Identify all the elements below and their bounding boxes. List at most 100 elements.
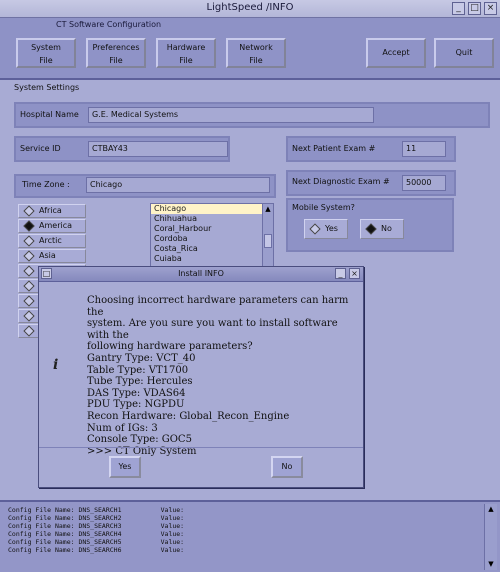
message-line: DAS Type: VDAS64 — [87, 387, 186, 399]
region-america-button[interactable]: America — [18, 219, 86, 233]
close-icon[interactable]: × — [349, 268, 360, 279]
quit-button[interactable]: Quit — [434, 38, 494, 68]
network-file-button[interactable]: Network File — [226, 38, 286, 68]
scroll-down-icon[interactable]: ▼ — [486, 560, 496, 568]
button-sublabel: File — [249, 56, 263, 65]
dialog-message: Choosing incorrect hardware parameters c… — [87, 295, 361, 457]
log-lines: Config File Name: DNS_SEARCH1 Value: Con… — [8, 506, 184, 554]
next-patient-input[interactable]: 11 — [402, 141, 446, 157]
service-id-input[interactable]: CTBAY43 — [88, 141, 228, 157]
city-list[interactable]: Chicago Chihuahua Coral_Harbour Cordoba … — [150, 203, 274, 267]
list-item[interactable]: Cordoba — [151, 234, 273, 244]
dialog-titlebar[interactable]: Install INFO □ _ × — [39, 267, 363, 282]
button-label: Preferences — [92, 43, 140, 52]
button-label: Accept — [382, 48, 410, 57]
button-label: Hardware — [166, 43, 206, 52]
radio-diamond-icon — [309, 222, 321, 235]
log-line: Config File Name: DNS_SEARCH4 Value: — [8, 530, 185, 538]
log-line: Config File Name: DNS_SEARCH2 Value: — [8, 514, 185, 522]
timezone-label: Time Zone : — [22, 180, 70, 189]
region-label: Arctic — [39, 236, 62, 245]
button-label: Network — [239, 43, 273, 52]
button-label: System — [31, 43, 61, 52]
message-line: Tube Type: Hercules — [87, 376, 193, 388]
install-info-dialog: Install INFO □ _ × i Choosing incorrect … — [38, 266, 364, 488]
hospital-label: Hospital Name — [20, 110, 79, 119]
hardware-file-button[interactable]: Hardware File — [156, 38, 216, 68]
app-subtitle: CT Software Configuration — [56, 20, 162, 29]
hospital-name-input[interactable]: G.E. Medical Systems — [88, 107, 374, 123]
radio-diamond-icon — [23, 324, 35, 337]
radio-diamond-icon — [365, 222, 377, 235]
log-scrollbar[interactable]: ▲ ▼ — [484, 504, 497, 570]
radio-label: No — [381, 224, 392, 233]
radio-diamond-icon — [23, 264, 35, 277]
next-diagnostic-label: Next Diagnostic Exam # — [292, 177, 390, 186]
mobile-no-radio[interactable]: No — [360, 219, 404, 239]
radio-diamond-icon — [23, 219, 35, 232]
message-line: Table Type: VT1700 — [87, 364, 189, 376]
service-id-label: Service ID — [20, 144, 61, 153]
system-file-button[interactable]: System File — [16, 38, 76, 68]
message-line: Recon Hardware: Global_Recon_Engine — [87, 410, 290, 422]
radio-diamond-icon — [23, 234, 35, 247]
message-line: Gantry Type: VCT_40 — [87, 352, 196, 364]
maximize-icon[interactable]: □ — [468, 2, 481, 15]
close-icon[interactable]: × — [484, 2, 497, 15]
no-button[interactable]: No — [271, 456, 303, 478]
message-line: PDU Type: NGPDU — [87, 399, 185, 411]
mobile-yes-radio[interactable]: Yes — [304, 219, 348, 239]
mobile-system-label: Mobile System? — [292, 203, 355, 212]
log-output: Config File Name: DNS_SEARCH1 Value: Con… — [0, 500, 500, 572]
radio-diamond-icon — [23, 279, 35, 292]
radio-label: Yes — [325, 224, 338, 233]
message-line: following hardware parameters? — [87, 341, 253, 353]
preferences-file-button[interactable]: Preferences File — [86, 38, 146, 68]
region-label: Africa — [39, 206, 62, 215]
button-sublabel: File — [109, 56, 123, 65]
radio-diamond-icon — [23, 294, 35, 307]
list-item[interactable]: Cuiaba — [151, 254, 273, 264]
accept-button[interactable]: Accept — [366, 38, 426, 68]
scrollbar-thumb[interactable] — [264, 234, 272, 248]
minimize-icon[interactable]: _ — [452, 2, 465, 15]
divider — [39, 447, 363, 448]
log-line: Config File Name: DNS_SEARCH6 Value: — [8, 546, 185, 554]
yes-button[interactable]: Yes — [109, 456, 141, 478]
scroll-up-icon[interactable]: ▲ — [486, 505, 496, 513]
message-line: Num of IGs: 3 — [87, 422, 158, 434]
dialog-title: Install INFO — [178, 269, 224, 278]
region-asia-button[interactable]: Asia — [18, 249, 86, 263]
button-sublabel: File — [39, 56, 53, 65]
log-line: Config File Name: DNS_SEARCH5 Value: — [8, 538, 185, 546]
list-item[interactable]: Coral_Harbour — [151, 224, 273, 234]
region-arctic-button[interactable]: Arctic — [18, 234, 86, 248]
radio-diamond-icon — [23, 249, 35, 262]
message-line: system. Are you sure you want to install… — [87, 318, 338, 341]
radio-diamond-icon — [23, 309, 35, 322]
info-icon: i — [53, 357, 59, 373]
minimize-icon[interactable]: _ — [335, 268, 346, 279]
list-item[interactable]: Chicago — [151, 204, 273, 214]
button-sublabel: File — [179, 56, 193, 65]
scroll-up-icon[interactable]: ▲ — [264, 205, 272, 213]
log-line: Config File Name: DNS_SEARCH3 Value: — [8, 522, 185, 530]
message-line: Choosing incorrect hardware parameters c… — [87, 295, 349, 318]
next-patient-label: Next Patient Exam # — [292, 144, 376, 153]
next-diagnostic-input[interactable]: 50000 — [402, 175, 446, 191]
window-title: LightSpeed /INFO — [206, 2, 294, 13]
timezone-input[interactable]: Chicago — [86, 177, 270, 193]
region-label: America — [39, 221, 72, 230]
list-item[interactable]: Chihuahua — [151, 214, 273, 224]
message-line: Console Type: GOC5 — [87, 434, 192, 446]
region-africa-button[interactable]: Africa — [18, 204, 86, 218]
city-list-scrollbar[interactable]: ▲ — [262, 204, 273, 266]
button-label: Quit — [455, 48, 473, 57]
list-item[interactable]: Costa_Rica — [151, 244, 273, 254]
radio-diamond-icon — [23, 204, 35, 217]
window-titlebar[interactable]: LightSpeed /INFO — [0, 0, 500, 18]
log-line: Config File Name: DNS_SEARCH1 Value: — [8, 506, 185, 514]
region-label: Asia — [39, 251, 56, 260]
dialog-menu-icon[interactable]: □ — [41, 268, 52, 279]
section-title: System Settings — [14, 83, 80, 92]
